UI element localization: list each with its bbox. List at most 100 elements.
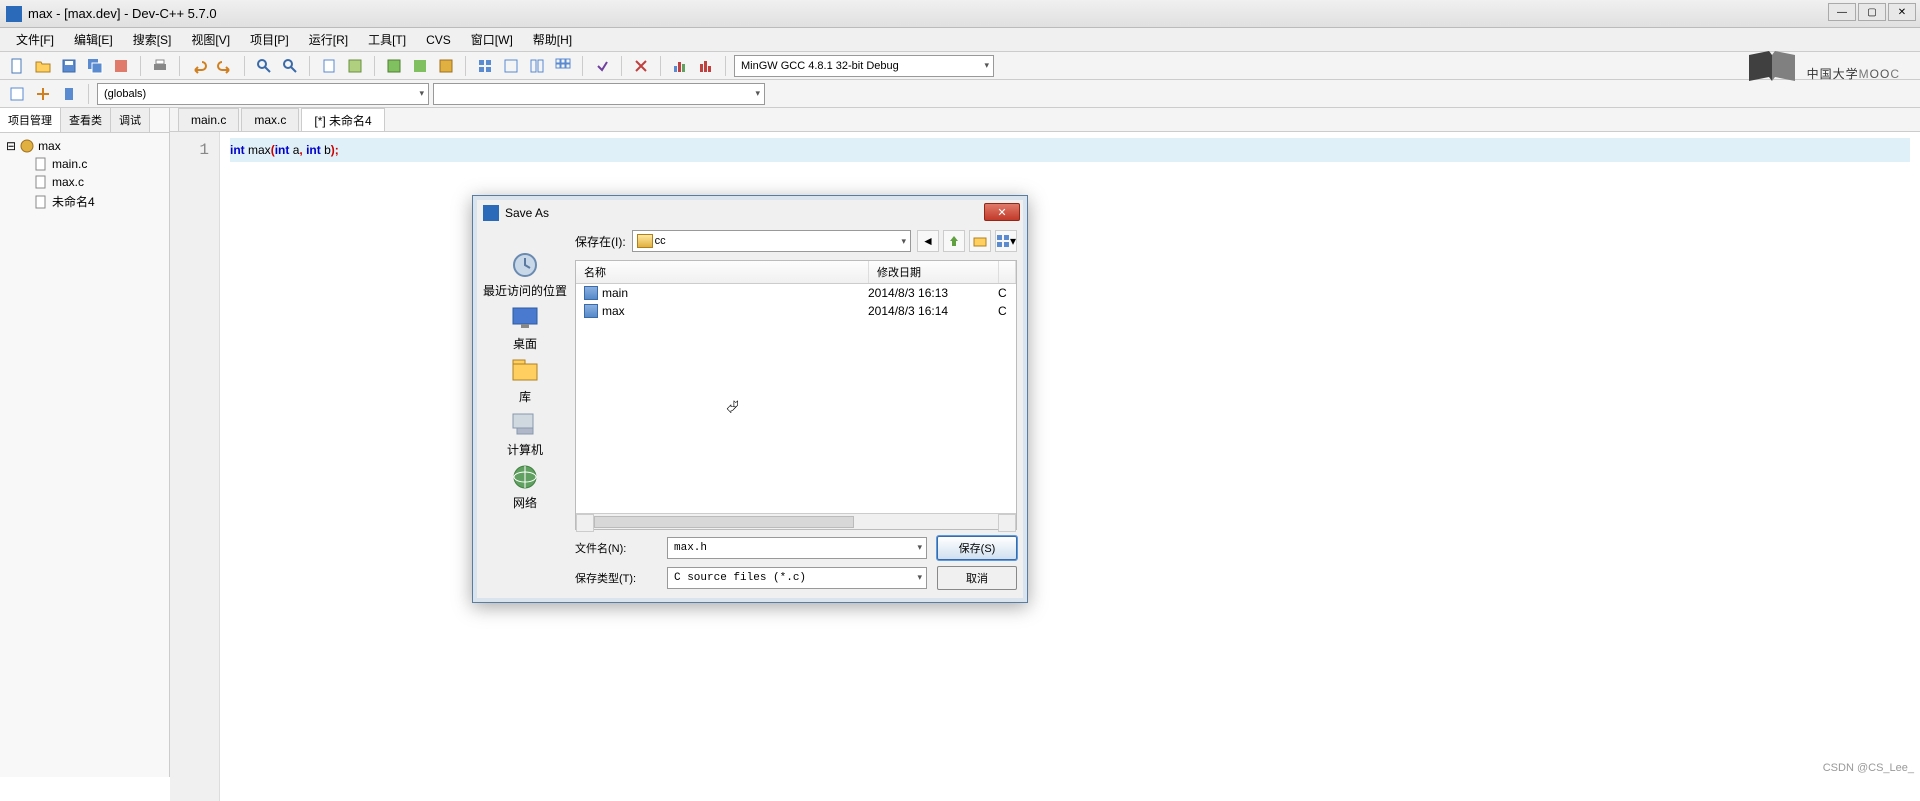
filename-row: 文件名(N): max.h 保存(S) (575, 536, 1017, 560)
stop-debug-icon[interactable] (630, 55, 652, 77)
location-combo[interactable]: cc (632, 230, 911, 252)
menu-tools[interactable]: 工具[T] (358, 29, 416, 50)
editor-area: main.c max.c [*] 未命名4 1 int max(int a, i… (170, 108, 1920, 777)
save-all-icon[interactable] (84, 55, 106, 77)
run-icon[interactable] (409, 55, 431, 77)
save-as-dialog: Save As ✕ 最近访问的位置 桌面 库 计算机 网络 (472, 195, 1028, 603)
menu-project[interactable]: 项目[P] (240, 29, 299, 50)
menu-edit[interactable]: 编辑[E] (64, 29, 123, 50)
insert-icon[interactable] (32, 83, 54, 105)
line-gutter: 1 (170, 132, 220, 801)
menu-file[interactable]: 文件[F] (6, 29, 64, 50)
tab-debug[interactable]: 调试 (111, 108, 150, 132)
menu-cvs[interactable]: CVS (416, 31, 461, 49)
close-file-icon[interactable] (110, 55, 132, 77)
redo-icon[interactable] (214, 55, 236, 77)
tree-item-label: max.c (52, 175, 84, 189)
replace-icon[interactable] (279, 55, 301, 77)
debug-icon[interactable] (591, 55, 613, 77)
toggle-bookmark-icon[interactable] (318, 55, 340, 77)
compiler-selector[interactable]: MinGW GCC 4.8.1 32-bit Debug (734, 55, 994, 77)
menu-help[interactable]: 帮助[H] (523, 29, 582, 50)
file-list[interactable]: 名称 修改日期 main 2014/8/3 16:13C max 2014/8/… (575, 260, 1017, 530)
save-icon[interactable] (58, 55, 80, 77)
compile-icon[interactable] (383, 55, 405, 77)
cancel-button[interactable]: 取消 (937, 566, 1017, 590)
book-icon (1747, 49, 1797, 85)
dialog-titlebar[interactable]: Save As (477, 200, 1023, 226)
compile-run-icon[interactable] (435, 55, 457, 77)
menu-bar: 文件[F] 编辑[E] 搜索[S] 视图[V] 项目[P] 运行[R] 工具[T… (0, 28, 1920, 52)
left-panel: 项目管理 查看类 调试 ⊟ max main.c max.c 未命名4 (0, 108, 170, 777)
file-row-main[interactable]: main 2014/8/3 16:13C (576, 284, 1016, 302)
save-button[interactable]: 保存(S) (937, 536, 1017, 560)
minimize-button[interactable]: — (1828, 3, 1856, 21)
bookmark-icon[interactable] (58, 83, 80, 105)
class-selector[interactable]: (globals) (97, 83, 429, 105)
location-label: 保存在(I): (575, 233, 626, 250)
menu-window[interactable]: 窗口[W] (461, 29, 523, 50)
tree-root-label: max (38, 139, 61, 153)
maximize-button[interactable]: ▢ (1858, 3, 1886, 21)
col-type[interactable] (999, 261, 1016, 283)
new-window-icon[interactable] (500, 55, 522, 77)
member-selector[interactable] (433, 83, 765, 105)
nav-desktop[interactable]: 桌面 (507, 303, 543, 352)
close-button[interactable]: ✕ (1888, 3, 1916, 21)
file-icon (34, 175, 48, 189)
editor-tab-main[interactable]: main.c (178, 108, 239, 131)
h-scrollbar[interactable] (576, 513, 1016, 529)
editor-tab-untitled[interactable]: [*] 未命名4 (301, 108, 384, 131)
col-name[interactable]: 名称 (576, 261, 869, 283)
nav-network[interactable]: 网络 (507, 462, 543, 511)
print-icon[interactable] (149, 55, 171, 77)
dialog-close-button[interactable]: ✕ (984, 203, 1020, 221)
watermark-text: 中国大学MOOC (1807, 45, 1900, 88)
tree-item-main[interactable]: main.c (6, 155, 163, 173)
file-row-max[interactable]: max 2014/8/3 16:14C (576, 302, 1016, 320)
menu-view[interactable]: 视图[V] (181, 29, 240, 50)
dialog-title: Save As (505, 206, 549, 220)
up-icon[interactable] (943, 230, 965, 252)
back-icon[interactable]: ◄ (917, 230, 939, 252)
nav-recent[interactable]: 最近访问的位置 (483, 250, 567, 299)
file-icon (34, 157, 48, 171)
dialog-places-bar: 最近访问的位置 桌面 库 计算机 网络 (479, 228, 571, 592)
view-menu-icon[interactable]: ▾ (995, 230, 1017, 252)
menu-search[interactable]: 搜索[S] (123, 29, 182, 50)
filetype-select[interactable]: C source files (*.c) (667, 567, 927, 589)
tree-root[interactable]: ⊟ max (6, 137, 163, 155)
nav-libraries[interactable]: 库 (507, 356, 543, 405)
tile-h-icon[interactable] (526, 55, 548, 77)
secondary-toolbar: (globals) (0, 80, 1920, 108)
open-file-icon[interactable] (32, 55, 54, 77)
main-toolbar: MinGW GCC 4.8.1 32-bit Debug (0, 52, 1920, 80)
c-file-icon (584, 286, 598, 300)
tile-v-icon[interactable] (552, 55, 574, 77)
tree-item-untitled[interactable]: 未命名4 (6, 191, 163, 212)
tab-classes[interactable]: 查看类 (61, 108, 111, 132)
rebuild-icon[interactable] (474, 55, 496, 77)
new-file-icon[interactable] (6, 55, 28, 77)
tab-project[interactable]: 项目管理 (0, 108, 61, 132)
location-row: 保存在(I): cc ◄ ▾ (571, 228, 1021, 260)
editor-tab-max[interactable]: max.c (241, 108, 299, 131)
new-folder-icon[interactable] (969, 230, 991, 252)
left-panel-tabs: 项目管理 查看类 调试 (0, 108, 169, 133)
delete-profile-icon[interactable] (695, 55, 717, 77)
window-titlebar: max - [max.dev] - Dev-C++ 5.7.0 — ▢ ✕ (0, 0, 1920, 28)
menu-run[interactable]: 运行[R] (299, 29, 358, 50)
filename-input[interactable]: max.h (667, 537, 927, 559)
col-date[interactable]: 修改日期 (869, 261, 999, 283)
profile-icon[interactable] (669, 55, 691, 77)
find-icon[interactable] (253, 55, 275, 77)
file-icon (34, 195, 48, 209)
goto-bookmark-icon[interactable] (344, 55, 366, 77)
tree-toggle-icon[interactable]: ⊟ (6, 139, 16, 153)
code-editor[interactable]: int max(int a, int b); (220, 132, 1920, 168)
mouse-cursor-icon: ⮰ (726, 399, 739, 417)
undo-icon[interactable] (188, 55, 210, 77)
goto-func-icon[interactable] (6, 83, 28, 105)
nav-computer[interactable]: 计算机 (507, 409, 543, 458)
tree-item-max[interactable]: max.c (6, 173, 163, 191)
